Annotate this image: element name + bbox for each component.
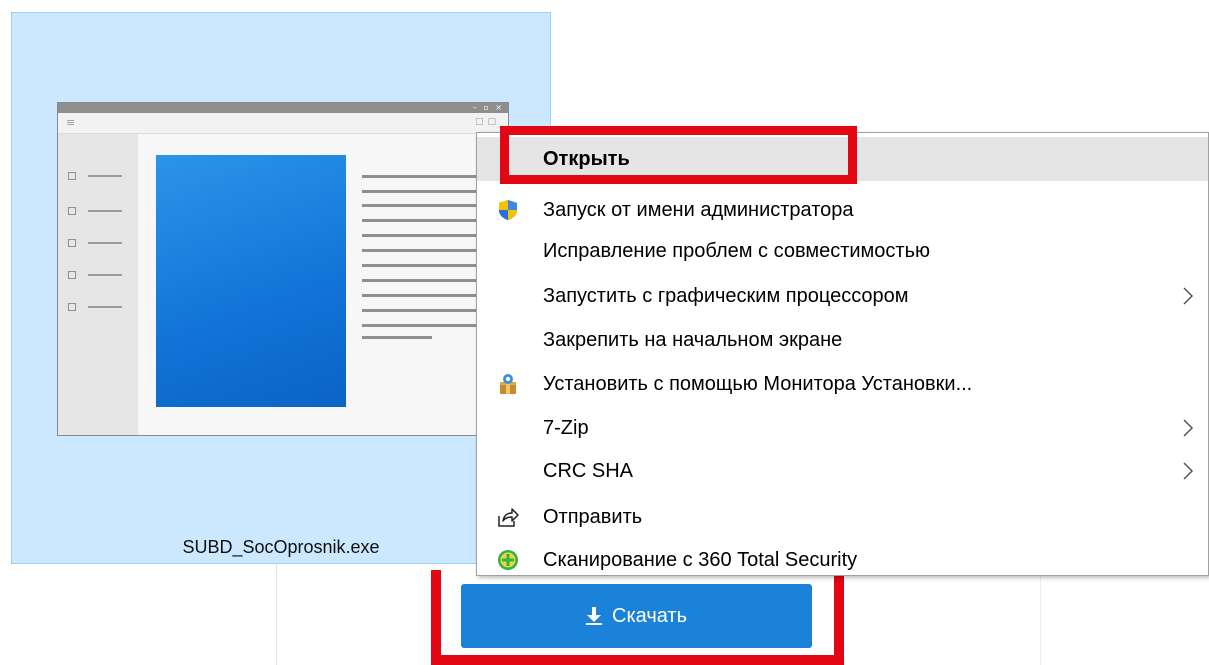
open-highlight-frame [500,126,857,184]
menu-item-run-as-admin[interactable]: Запуск от имени администратора [477,188,1208,232]
menu-item-crc-sha[interactable]: CRC SHA [477,449,1208,493]
context-menu: Открыть Запуск от имени администратора И… [476,132,1209,576]
uac-shield-icon [497,199,519,221]
menu-item-compatibility[interactable]: Исправление проблем с совместимостью [477,229,1208,273]
download-button-label: Скачать [612,604,687,627]
install-monitor-icon [497,373,519,395]
360-security-icon [497,549,519,571]
menu-item-label: Сканирование с 360 Total Security [543,549,858,571]
hamburger-icon: ≡ [66,116,76,129]
download-icon [586,607,602,625]
menu-item-360-scan[interactable]: Сканирование с 360 Total Security [477,538,1208,582]
menu-item-install-monitor[interactable]: Установить с помощью Монитора Установки.… [477,362,1208,406]
file-name[interactable]: SUBD_SocOprosnik.exe [12,537,550,558]
menu-item-send-to[interactable]: Отправить [477,495,1208,539]
menu-item-label: Запуск от имени администратора [543,199,854,221]
download-button[interactable]: Скачать [461,584,812,648]
menu-item-run-with-gpu[interactable]: Запустить с графическим процессором [477,274,1208,318]
menu-item-label: Установить с помощью Монитора Установки.… [543,373,973,395]
thumbnail-sidebar-item [68,303,124,311]
menu-item-7zip[interactable]: 7-Zip [477,406,1208,450]
toolbar-icons: □□ [474,117,500,127]
share-icon [497,506,519,528]
menu-item-label: Отправить [543,506,643,528]
menu-item-label: Закрепить на начальном экране [543,329,843,351]
thumbnail-sidebar [58,134,138,435]
chevron-right-icon [1182,461,1194,481]
window-controls-icon: – ▫ × [472,103,504,112]
thumbnail-sidebar-item [68,172,124,180]
file-tile[interactable]: – ▫ × ≡ □□ SUBD_SocOprosnik.exe [11,12,551,564]
thumbnail-toolbar: ≡ □□ [58,113,508,134]
menu-item-label: Исправление проблем с совместимостью [543,240,931,262]
background-panel-border [276,560,277,665]
thumbnail-sidebar-item [68,271,124,279]
chevron-right-icon [1182,418,1194,438]
thumbnail-text-line [362,336,432,339]
thumbnail-titlebar: – ▫ × [58,103,508,113]
menu-item-label: CRC SHA [543,460,634,482]
menu-item-label: 7-Zip [543,417,589,439]
menu-item-label: Запустить с графическим процессором [543,285,909,307]
file-thumbnail: – ▫ × ≡ □□ [57,102,512,436]
thumbnail-image [156,155,346,407]
menu-item-pin-to-start[interactable]: Закрепить на начальном экране [477,318,1208,362]
thumbnail-sidebar-item [68,207,124,215]
chevron-right-icon [1182,286,1194,306]
thumbnail-sidebar-item [68,239,124,247]
background-panel-border [1040,575,1041,665]
